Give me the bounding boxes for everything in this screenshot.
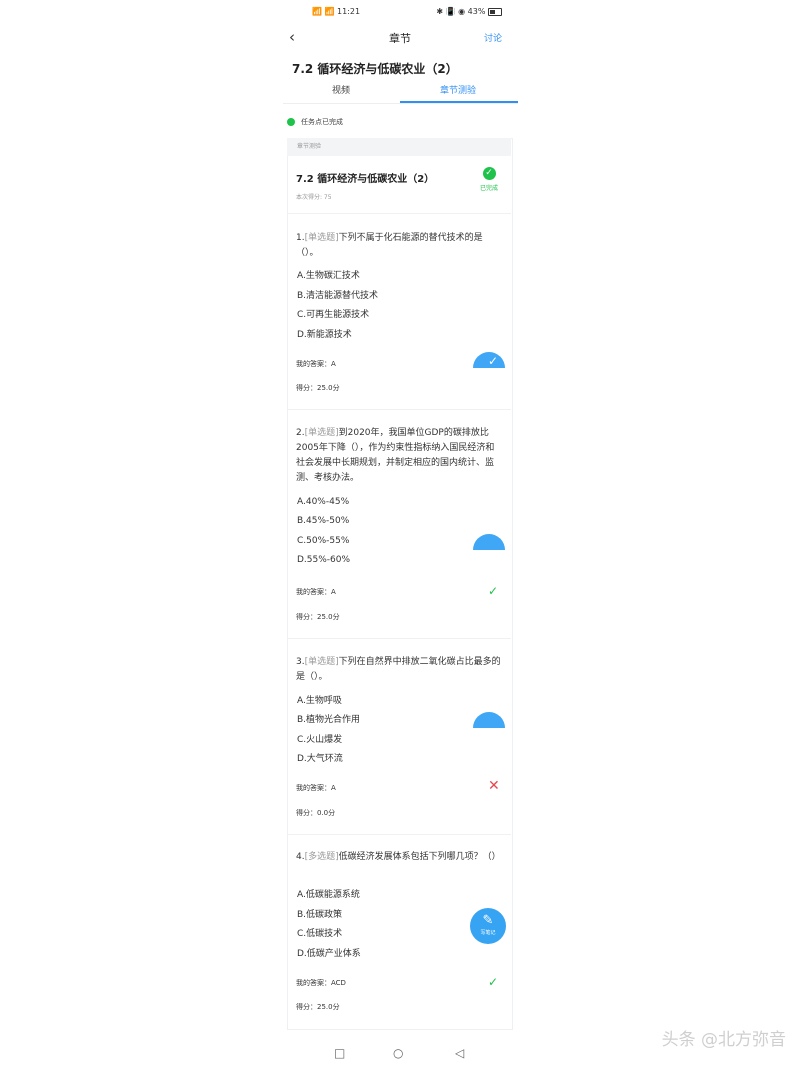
option-2a: A.40%-45%: [297, 497, 350, 507]
tab-chapter-test[interactable]: 章节测验: [400, 84, 516, 102]
score-3: 得分：0.0分: [296, 809, 336, 817]
cross-icon: ✕: [488, 778, 500, 794]
back-nav-icon[interactable]: ◁: [455, 1046, 464, 1060]
check-icon: ✓: [488, 975, 499, 989]
status-bar: 📶 📶 11:21 ✱ 📳 ◉ 43%: [282, 6, 518, 20]
option-3a: A.生物呼吸: [297, 696, 342, 706]
option-3c: C.火山爆发: [297, 735, 343, 745]
page-title: 章节: [389, 32, 411, 45]
score-2: 得分：25.0分: [296, 613, 340, 621]
option-2c: C.50%-55%: [297, 536, 350, 546]
option-1d: D.新能源技术: [297, 330, 352, 340]
task-status: 任务点已完成: [287, 117, 343, 127]
question-1: 1.[单选题]下列不属于化石能源的替代技术的是（）。: [296, 233, 483, 258]
option-1b: B.清洁能源替代技术: [297, 291, 379, 301]
option-2d: D.55%-60%: [297, 555, 351, 565]
completed-badge: ✓ 已完成: [479, 167, 498, 192]
check-circle-icon: ✓: [482, 167, 496, 180]
my-answer-3: 我的答案：A: [296, 784, 336, 792]
status-time: 📶 📶 11:21: [312, 7, 361, 16]
score-1: 得分：25.0分: [296, 384, 340, 392]
battery-icon: [488, 7, 502, 16]
quiz-score: 本次得分: 75: [296, 194, 332, 201]
option-4a: A.低碳能源系统: [297, 890, 360, 900]
watermark: 头条 @北方弥音: [661, 1030, 786, 1050]
divider: [287, 638, 511, 639]
option-4b: B.低碳政策: [297, 910, 343, 920]
quiz-title: 7.2 循环经济与低碳农业（2）: [296, 174, 435, 185]
tab-divider: [283, 103, 518, 104]
check-icon: ✓: [488, 354, 499, 368]
option-2b: B.45%-50%: [297, 516, 350, 526]
home-icon[interactable]: ○: [393, 1046, 403, 1060]
quiz-section-label: 章节测验: [287, 138, 511, 156]
question-4: 4.[多选题]低碳经济发展体系包括下列哪几项？（）: [296, 852, 501, 862]
status-dot-icon: [287, 118, 295, 126]
question-3: 3.[单选题]下列在自然界中排放二氧化碳占比最多的是（）。: [296, 657, 501, 682]
option-3b: B.植物光合作用: [297, 715, 361, 725]
discuss-button[interactable]: 讨论: [484, 31, 502, 44]
score-4: 得分：25.0分: [296, 1003, 340, 1011]
option-4d: D.低碳产业体系: [297, 949, 361, 959]
option-1c: C.可再生能源技术: [297, 310, 370, 320]
option-4c: C.低碳技术: [297, 929, 343, 939]
divider: [287, 213, 511, 214]
option-1a: A.生物碳汇技术: [297, 271, 360, 281]
edit-note-icon: ✎: [482, 913, 494, 928]
divider: [287, 409, 511, 410]
write-note-button[interactable]: ✎ 写笔记: [470, 908, 506, 944]
divider: [287, 834, 511, 835]
chapter-title: 7.2 循环经济与低碳农业（2）: [292, 62, 458, 76]
question-2: 2.[单选题]到2020年，我国单位GDP的碳排放比2005年下降（），作为约束…: [296, 428, 495, 483]
my-answer-1: 我的答案：A: [296, 360, 336, 368]
back-chevron-icon[interactable]: ‹: [289, 28, 303, 46]
my-answer-4: 我的答案：ACD: [296, 979, 346, 987]
check-icon: ✓: [488, 584, 499, 598]
tab-video[interactable]: 视频: [283, 84, 399, 102]
option-3d: D.大气环流: [297, 754, 343, 764]
status-icons: ✱ 📳 ◉ 43%: [436, 7, 502, 16]
recent-apps-icon[interactable]: □: [334, 1046, 345, 1060]
my-answer-2: 我的答案：A: [296, 588, 336, 596]
